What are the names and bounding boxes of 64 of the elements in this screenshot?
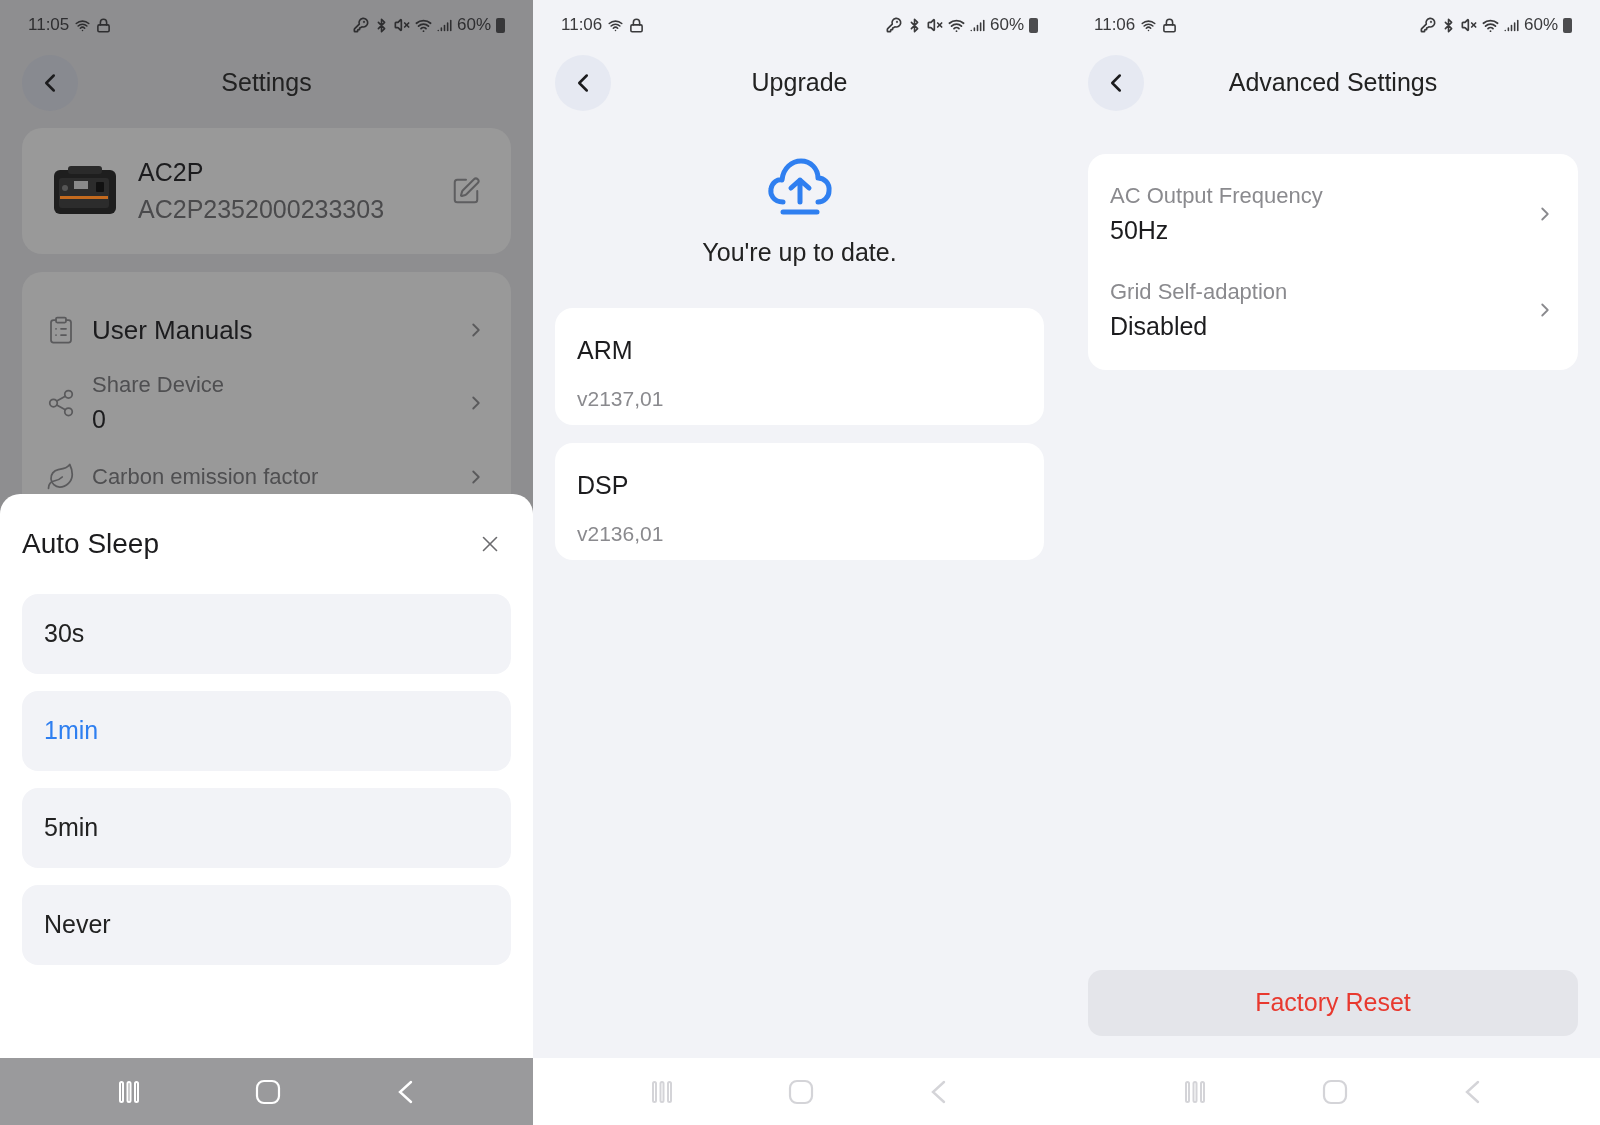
status-time: 11:06 bbox=[1094, 14, 1136, 37]
sleep-option[interactable]: Never bbox=[22, 885, 511, 965]
back-button[interactable] bbox=[1088, 55, 1144, 111]
signal-icon bbox=[1503, 17, 1519, 33]
key-icon bbox=[1419, 17, 1436, 33]
battery-percent: 60% bbox=[989, 14, 1024, 37]
setting-row[interactable]: AC Output Frequency 50Hz bbox=[1088, 166, 1578, 262]
status-time: 11:06 bbox=[561, 14, 603, 37]
device-name: AC2P bbox=[138, 156, 205, 188]
signal-icon bbox=[436, 17, 452, 33]
edit-icon[interactable] bbox=[451, 176, 481, 206]
share-icon bbox=[46, 388, 76, 419]
hotspot-icon bbox=[1141, 17, 1157, 33]
lock-icon bbox=[1162, 17, 1178, 33]
sleep-option[interactable]: 5min bbox=[22, 788, 511, 868]
sheet-title: Auto Sleep bbox=[22, 527, 159, 561]
recents-icon[interactable] bbox=[650, 1079, 675, 1104]
sleep-option[interactable]: 1min bbox=[22, 691, 511, 771]
key-icon bbox=[352, 17, 369, 33]
upload-cloud-icon bbox=[766, 158, 833, 216]
module-name: ARM bbox=[577, 334, 634, 366]
battery-icon bbox=[1029, 17, 1038, 33]
signal-icon bbox=[969, 17, 985, 33]
home-icon[interactable] bbox=[788, 1078, 815, 1105]
status-time: 11:05 bbox=[28, 14, 70, 37]
key-icon bbox=[885, 17, 902, 33]
hotspot-icon bbox=[608, 17, 624, 33]
battery-icon bbox=[1563, 17, 1572, 33]
lock-icon bbox=[96, 17, 112, 33]
mute-icon bbox=[926, 17, 943, 33]
sleep-option[interactable]: 30s bbox=[22, 594, 511, 674]
screen-title: Advanced Settings bbox=[1228, 67, 1438, 99]
status-message: You're up to date. bbox=[702, 237, 897, 268]
screen-title: Upgrade bbox=[751, 67, 848, 99]
recents-icon[interactable] bbox=[1183, 1079, 1208, 1104]
menu-label: Carbon emission factor bbox=[92, 463, 320, 491]
setting-row[interactable]: Grid Self-adaption Disabled bbox=[1088, 262, 1578, 358]
menu-label: Share Device bbox=[92, 371, 226, 399]
setting-label: Grid Self-adaption bbox=[1110, 277, 1289, 306]
mute-icon bbox=[1460, 17, 1477, 33]
lock-icon bbox=[629, 17, 645, 33]
mute-icon bbox=[393, 17, 410, 33]
battery-icon bbox=[496, 17, 505, 33]
battery-percent: 60% bbox=[1523, 14, 1558, 37]
setting-value: Disabled bbox=[1110, 310, 1209, 342]
factory-reset-button[interactable]: Factory Reset bbox=[1088, 970, 1578, 1036]
menu-item[interactable]: Share Device 0 bbox=[22, 368, 511, 439]
module-version: v2137,01 bbox=[577, 386, 665, 412]
module-name: DSP bbox=[577, 469, 630, 501]
leaf-icon bbox=[46, 461, 76, 492]
setting-label: AC Output Frequency bbox=[1110, 181, 1324, 210]
menu-value: 0 bbox=[92, 404, 107, 435]
hotspot-icon bbox=[75, 17, 91, 33]
recents-icon[interactable] bbox=[117, 1079, 142, 1104]
setting-value: 50Hz bbox=[1110, 214, 1170, 246]
back-button[interactable] bbox=[555, 55, 611, 111]
home-icon[interactable] bbox=[1322, 1078, 1348, 1105]
battery-percent: 60% bbox=[456, 14, 491, 37]
device-serial: AC2P2352000233303 bbox=[138, 194, 386, 225]
menu-item[interactable]: User Manuals bbox=[22, 302, 511, 358]
device-card[interactable]: AC2P AC2P2352000233303 bbox=[22, 128, 511, 254]
menu-label: User Manuals bbox=[92, 313, 254, 347]
screen-title: Settings bbox=[221, 67, 312, 99]
module-version: v2136,01 bbox=[577, 521, 665, 547]
